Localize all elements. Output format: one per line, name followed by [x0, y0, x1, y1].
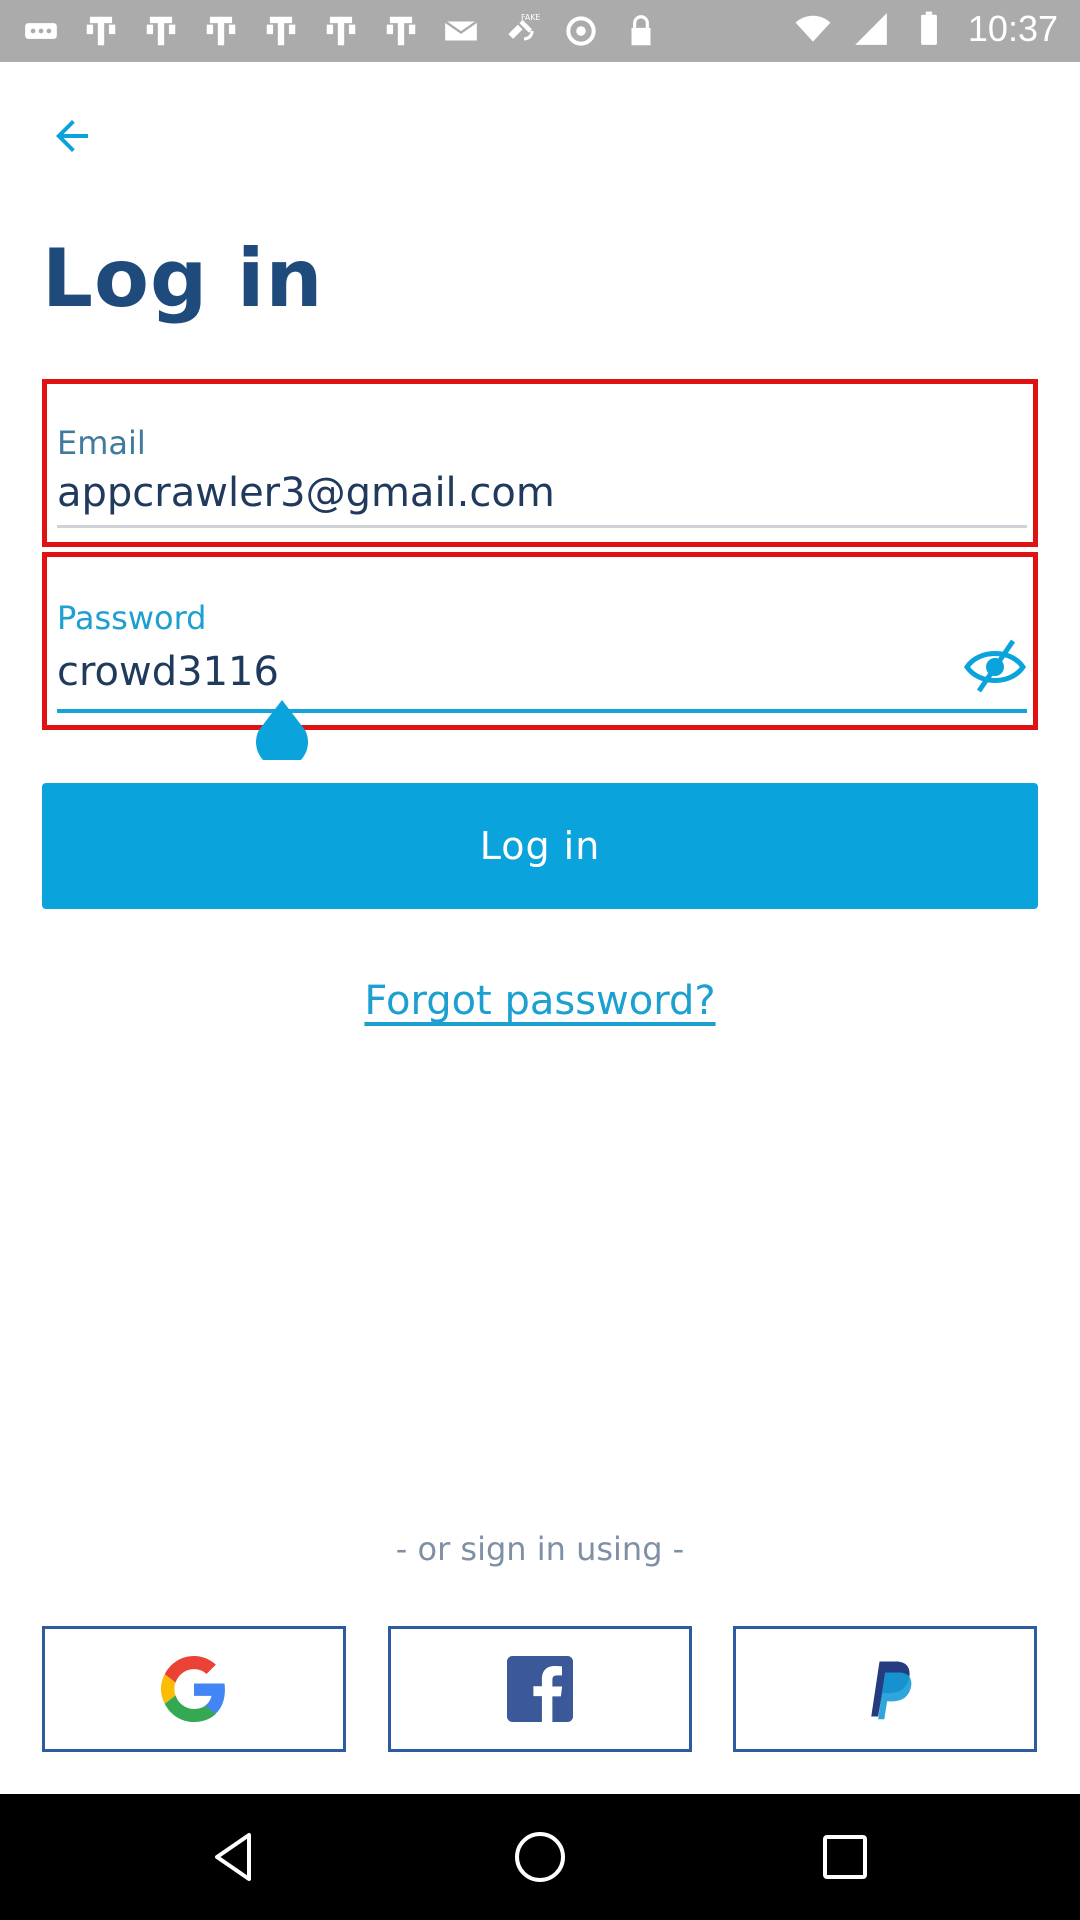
password-underline: [57, 709, 1027, 713]
text-cursor-handle[interactable]: [255, 700, 309, 769]
nav-home-button[interactable]: [505, 1822, 575, 1892]
wifi-icon: [794, 10, 832, 48]
status-bar: FAKE 10:37: [0, 0, 1080, 62]
nav-back-button[interactable]: [200, 1822, 270, 1892]
back-button[interactable]: [44, 108, 100, 164]
password-input[interactable]: crowd3116: [57, 649, 279, 695]
arrow-left-icon: [56, 120, 88, 152]
notification-icon: [82, 12, 120, 50]
email-input[interactable]: appcrawler3@gmail.com: [57, 470, 555, 516]
page-title: Log in: [42, 232, 324, 325]
social-divider-text: - or sign in using -: [395, 1530, 685, 1568]
sync-icon: [562, 12, 600, 50]
square-recents-icon: [823, 1835, 867, 1879]
email-field[interactable]: Email appcrawler3@gmail.com: [42, 379, 1038, 547]
triangle-back-icon: [215, 1833, 251, 1881]
mail-icon: [442, 12, 480, 50]
login-button[interactable]: Log in: [42, 783, 1038, 909]
nav-recents-button[interactable]: [810, 1822, 880, 1892]
fake-label: FAKE: [521, 13, 540, 22]
facebook-icon: [507, 1656, 573, 1722]
forgot-password-link[interactable]: Forgot password?: [364, 978, 715, 1024]
fake-gps-icon: FAKE: [502, 12, 540, 50]
password-field[interactable]: Password crowd3116: [42, 552, 1038, 730]
notification-icon: [142, 12, 180, 50]
circle-home-icon: [515, 1832, 565, 1882]
google-sign-in-button[interactable]: [42, 1626, 346, 1752]
paypal-icon: [871, 1661, 912, 1720]
facebook-sign-in-button[interactable]: [388, 1626, 692, 1752]
battery-icon: [910, 10, 948, 48]
email-underline: [57, 525, 1027, 528]
notification-icon: [382, 12, 420, 50]
signal-icon: [852, 10, 890, 48]
notification-icon: [322, 12, 360, 50]
forgot-password-container: Forgot password?: [0, 978, 1080, 1024]
more-icon: [22, 12, 60, 50]
status-time: 10:37: [967, 8, 1058, 49]
lock-icon: [622, 12, 660, 50]
toggle-password-visibility-button[interactable]: [963, 637, 1027, 693]
navigation-bar: [0, 1794, 1080, 1920]
email-label: Email: [57, 424, 146, 462]
password-label: Password: [57, 599, 207, 637]
status-bar-notifications: FAKE: [22, 12, 660, 50]
notification-icon: [202, 12, 240, 50]
notification-icon: [262, 12, 300, 50]
paypal-sign-in-button[interactable]: [733, 1626, 1037, 1752]
google-icon: [161, 1656, 225, 1722]
eye-off-icon: [963, 639, 1027, 693]
